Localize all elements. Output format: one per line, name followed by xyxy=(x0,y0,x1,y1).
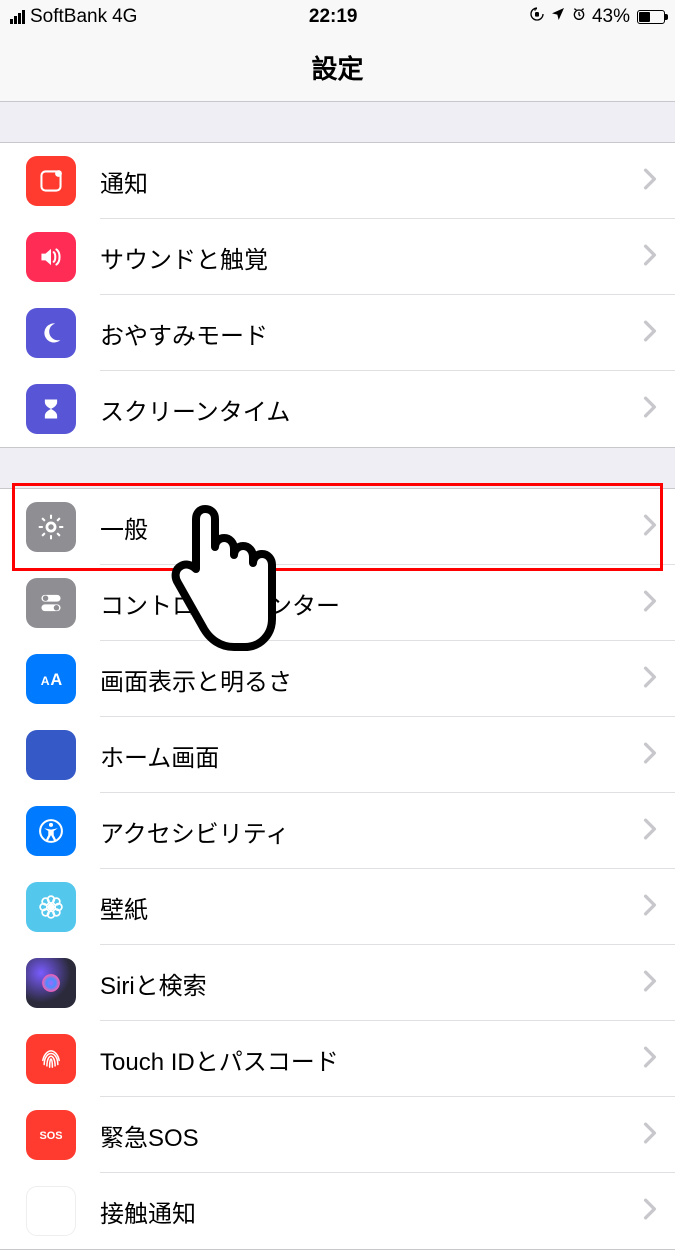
list-group: 通知サウンドと触覚おやすみモードスクリーンタイム xyxy=(0,142,675,448)
row-label: 通知 xyxy=(100,164,643,199)
chevron-right-icon xyxy=(643,318,657,349)
orientation-lock-icon xyxy=(529,6,545,28)
chevron-right-icon xyxy=(643,1044,657,1075)
exposure-icon xyxy=(26,1186,76,1236)
chevron-right-icon xyxy=(643,588,657,619)
svg-text:A: A xyxy=(50,671,62,689)
gear-icon xyxy=(26,502,76,552)
row-label: 接触通知 xyxy=(100,1194,643,1229)
flower-icon xyxy=(26,882,76,932)
display-aa-icon: AA xyxy=(26,654,76,704)
status-bar: SoftBank 4G 22:19 43% xyxy=(0,0,675,34)
row-sounds[interactable]: サウンドと触覚 xyxy=(0,219,675,295)
status-left: SoftBank 4G xyxy=(10,6,137,28)
row-label: サウンドと触覚 xyxy=(100,240,643,275)
chevron-right-icon xyxy=(643,166,657,197)
row-label: 壁紙 xyxy=(100,890,643,925)
row-notifications[interactable]: 通知 xyxy=(0,143,675,219)
chevron-right-icon xyxy=(643,394,657,425)
switches-icon xyxy=(26,578,76,628)
row-home[interactable]: ホーム画面 xyxy=(0,717,675,793)
row-control-center[interactable]: コントロールセンター xyxy=(0,565,675,641)
fingerprint-icon xyxy=(26,1034,76,1084)
chevron-right-icon xyxy=(643,664,657,695)
chevron-right-icon xyxy=(643,512,657,543)
chevron-right-icon xyxy=(643,816,657,847)
accessibility-icon xyxy=(26,806,76,856)
row-label: アクセシビリティ xyxy=(100,814,643,849)
home-grid-icon xyxy=(26,730,76,780)
network-label: 4G xyxy=(112,6,137,28)
chevron-right-icon xyxy=(643,242,657,273)
svg-text:SOS: SOS xyxy=(40,1130,63,1142)
row-label: コントロールセンター xyxy=(100,586,643,621)
page-title: 設定 xyxy=(311,49,363,86)
battery-icon xyxy=(637,10,665,24)
battery-pct-label: 43% xyxy=(592,6,630,28)
row-label: おやすみモード xyxy=(100,316,643,351)
chevron-right-icon xyxy=(643,740,657,771)
chevron-right-icon xyxy=(643,892,657,923)
row-label: スクリーンタイム xyxy=(100,392,643,427)
row-siri[interactable]: Siriと検索 xyxy=(0,945,675,1021)
row-touchid[interactable]: Touch IDとパスコード xyxy=(0,1021,675,1097)
location-icon xyxy=(550,6,566,28)
speaker-icon xyxy=(26,232,76,282)
moon-icon xyxy=(26,308,76,358)
clock-label: 22:19 xyxy=(309,6,358,28)
nav-header: 設定 xyxy=(0,34,675,102)
row-display[interactable]: AA 画面表示と明るさ xyxy=(0,641,675,717)
list-group: 一般コントロールセンター AA 画面表示と明るさホーム画面アクセシビリティ壁紙 Sir… xyxy=(0,488,675,1250)
row-label: Siriと検索 xyxy=(100,966,643,1001)
row-label: 緊急SOS xyxy=(100,1118,643,1153)
svg-text:A: A xyxy=(41,674,50,688)
row-label: 一般 xyxy=(100,510,643,545)
signal-icon xyxy=(10,10,25,24)
row-label: 画面表示と明るさ xyxy=(100,662,643,697)
row-label: ホーム画面 xyxy=(100,738,643,773)
row-sos[interactable]: SOS 緊急SOS xyxy=(0,1097,675,1173)
row-accessibility[interactable]: アクセシビリティ xyxy=(0,793,675,869)
row-dnd[interactable]: おやすみモード xyxy=(0,295,675,371)
chevron-right-icon xyxy=(643,1120,657,1151)
sos-icon: SOS xyxy=(26,1110,76,1160)
row-screentime[interactable]: スクリーンタイム xyxy=(0,371,675,447)
notification-icon xyxy=(26,156,76,206)
row-general[interactable]: 一般 xyxy=(0,489,675,565)
chevron-right-icon xyxy=(643,968,657,999)
status-right: 43% xyxy=(529,6,665,28)
row-label: Touch IDとパスコード xyxy=(100,1042,643,1077)
row-wallpaper[interactable]: 壁紙 xyxy=(0,869,675,945)
carrier-label: SoftBank xyxy=(30,6,107,28)
alarm-icon xyxy=(571,6,587,28)
hourglass-icon xyxy=(26,384,76,434)
chevron-right-icon xyxy=(643,1196,657,1227)
siri-icon xyxy=(26,958,76,1008)
row-exposure[interactable]: 接触通知 xyxy=(0,1173,675,1249)
